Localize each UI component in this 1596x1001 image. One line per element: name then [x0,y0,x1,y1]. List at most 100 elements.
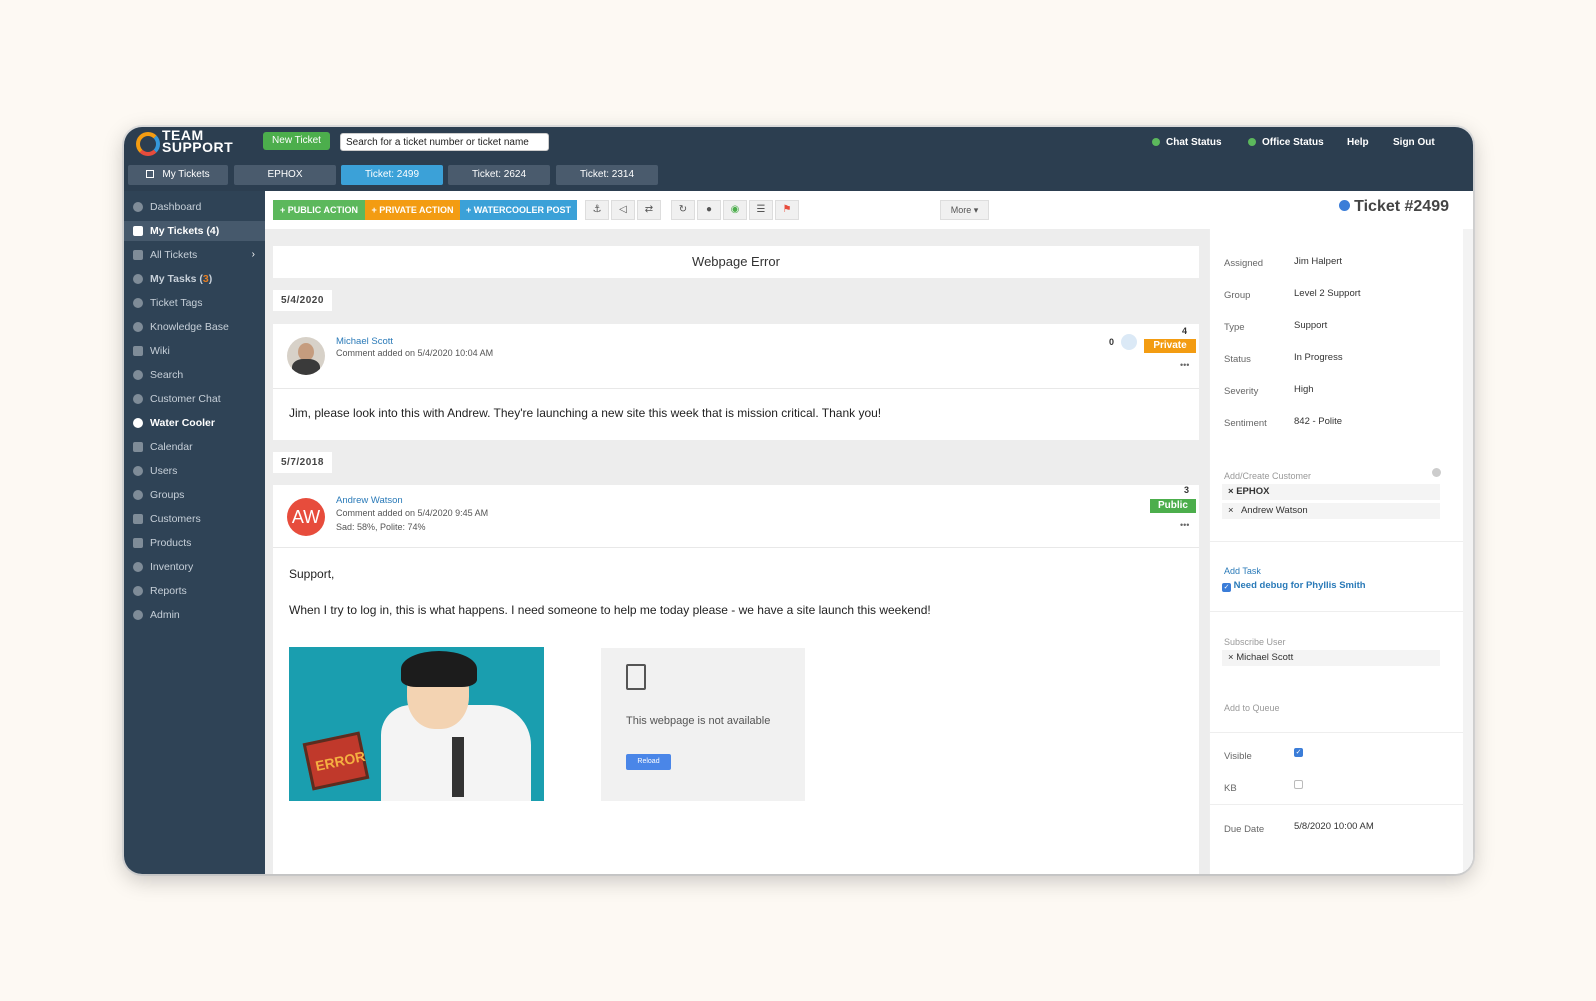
sidebar-item-knowledge-base[interactable]: Knowledge Base [124,317,265,337]
broken-page-icon [626,664,646,690]
sidebar-item-water-cooler[interactable]: Water Cooler [124,413,265,433]
sidebar-item-reports[interactable]: Reports [124,581,265,601]
sidebar-item-all-tickets[interactable]: All Tickets › [124,245,265,265]
add-customer-icon[interactable] [1432,468,1441,477]
help-link[interactable]: Help [1347,137,1369,148]
avatar[interactable]: AW [287,498,325,536]
property-label: Severity [1224,386,1259,397]
sidebar-item-customer-chat[interactable]: Customer Chat [124,389,265,409]
sentiment-value: 842 - Polite [1294,416,1343,427]
visible-label: Visible [1224,751,1252,762]
inbox-icon [146,170,155,178]
sidebar-item-my-tasks[interactable]: My Tasks (3) [124,269,265,289]
customer-chip-ephox[interactable]: × EPHOX [1222,484,1440,500]
tab-ephox[interactable]: EPHOX [234,165,336,185]
customers-icon [133,514,143,524]
subscriber-chip-michael-scott[interactable]: × Michael Scott [1222,650,1440,666]
reaction-icon[interactable] [1121,334,1137,350]
sidebar-item-admin[interactable]: Admin [124,605,265,625]
ticket-number: Ticket #2499 [1339,198,1449,216]
tab-ticket-2314[interactable]: Ticket: 2314 [556,165,658,185]
customer-chip-andrew-watson[interactable]: × Andrew Watson [1222,503,1440,519]
more-dropdown[interactable]: More ▾ [940,200,989,220]
calendar-icon [133,442,143,452]
private-action-button[interactable]: + PRIVATE ACTION [365,200,460,220]
visible-checkbox[interactable]: ✓ [1294,748,1303,757]
app-window: TEAM SUPPORT New Ticket Chat Status Offi… [124,127,1473,874]
sidebar-item-customers[interactable]: Customers [124,509,265,529]
task-item[interactable]: ✓ Need debug for Phyllis Smith [1222,580,1366,592]
teamsupport-logo[interactable]: TEAM SUPPORT [136,128,248,158]
new-ticket-button[interactable]: New Ticket [263,132,330,150]
comment-menu-icon[interactable]: ••• [1180,360,1189,370]
comment-author[interactable]: Andrew Watson [336,495,403,506]
ticket-status-icon [1339,200,1351,211]
book-icon [133,346,143,356]
sidebar-item-ticket-tags[interactable]: Ticket Tags [124,293,265,313]
status-value[interactable]: In Progress [1294,352,1343,363]
anchor-icon[interactable]: ⚓ [585,200,609,220]
group-value[interactable]: Level 2 Support [1294,288,1361,299]
add-to-queue-label[interactable]: Add to Queue [1224,703,1280,713]
flag-icon[interactable]: ⚑ [775,200,799,220]
rss-icon[interactable]: ◉ [723,200,747,220]
property-label: Assigned [1224,258,1264,269]
ticket-header: Ticket #2499 [1209,191,1473,229]
remove-icon[interactable]: × [1228,505,1241,516]
severity-value[interactable]: High [1294,384,1314,395]
subscribe-user-label[interactable]: Subscribe User [1224,637,1286,647]
property-label: Type [1224,322,1245,333]
comment-michael-scott: Michael Scott Comment added on 5/4/2020 … [273,324,1199,440]
due-date-label: Due Date [1224,824,1265,835]
add-customer-label[interactable]: Add/Create Customer [1224,471,1311,481]
comment-author[interactable]: Michael Scott [336,336,393,347]
error-illustration[interactable]: ERROR [289,647,544,801]
public-action-button[interactable]: + PUBLIC ACTION [273,200,365,220]
record-icon[interactable]: ● [697,200,721,220]
remove-icon[interactable]: × [1228,486,1236,497]
ticket-subject[interactable]: Webpage Error [273,246,1199,278]
sidebar-item-groups[interactable]: Groups [124,485,265,505]
sidebar-item-users[interactable]: Users [124,461,265,481]
inventory-icon [133,562,143,572]
pie-chart-icon [133,586,143,596]
reload-button[interactable]: Reload [626,754,671,770]
avatar[interactable] [287,337,325,375]
sidebar-item-inventory[interactable]: Inventory [124,557,265,577]
public-badge: Public [1150,499,1196,513]
panel-scrollbar[interactable] [1463,229,1473,874]
sidebar-item-my-tickets[interactable]: My Tickets (4) [124,221,265,241]
ticket-search-input[interactable] [340,133,549,151]
ticket-properties-panel: Assigned Jim Halpert Group Level 2 Suppo… [1209,229,1473,874]
tab-ticket-2499[interactable]: Ticket: 2499 [341,165,443,185]
tab-my-tickets[interactable]: My Tickets [128,165,228,185]
sidebar-item-wiki[interactable]: Wiki [124,341,265,361]
office-status[interactable]: Office Status [1248,137,1324,148]
megaphone-icon[interactable]: ◁ [611,200,635,220]
chat-status[interactable]: Chat Status [1152,137,1222,148]
comment-menu-icon[interactable]: ••• [1180,520,1189,530]
inbox-icon [133,226,143,236]
watercooler-post-button[interactable]: + WATERCOOLER POST [460,200,577,220]
refresh-icon[interactable]: ↻ [671,200,695,220]
task-checkbox[interactable]: ✓ [1222,583,1231,592]
remove-icon[interactable]: × [1228,652,1236,663]
comment-date: 5/4/2020 [273,290,332,311]
due-date-value[interactable]: 5/8/2020 10:00 AM [1294,821,1374,832]
kb-checkbox[interactable] [1294,780,1303,789]
assigned-value[interactable]: Jim Halpert [1294,256,1342,267]
sign-out-link[interactable]: Sign Out [1393,137,1435,148]
sidebar-item-search[interactable]: Search [124,365,265,385]
comment-timestamp: Comment added on 5/4/2020 10:04 AM [336,348,494,358]
transfer-icon[interactable]: ⇄ [637,200,661,220]
sidebar: Dashboard My Tickets (4) All Tickets › M… [124,191,265,874]
add-task-link[interactable]: Add Task [1224,566,1261,576]
sidebar-item-products[interactable]: Products [124,533,265,553]
checkmark-icon [133,274,143,284]
tab-ticket-2624[interactable]: Ticket: 2624 [448,165,550,185]
sidebar-item-calendar[interactable]: Calendar [124,437,265,457]
page-unavailable-screenshot[interactable]: This webpage is not available Reload [601,648,805,801]
type-value[interactable]: Support [1294,320,1327,331]
list-icon[interactable]: ☰ [749,200,773,220]
sidebar-item-dashboard[interactable]: Dashboard [124,197,265,217]
